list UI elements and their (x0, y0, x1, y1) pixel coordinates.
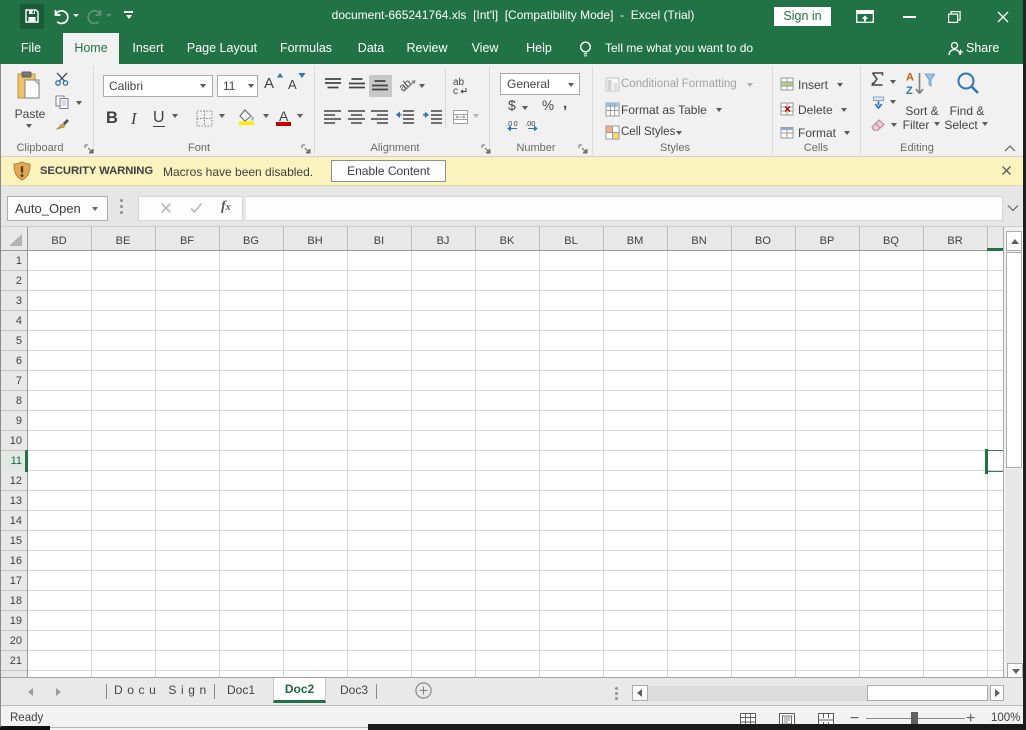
svg-text:ab: ab (399, 77, 414, 94)
svg-text:.00: .00 (525, 119, 535, 128)
svg-text:.0: .0 (506, 119, 512, 128)
svg-text:c: c (453, 86, 458, 95)
svg-text:0: 0 (514, 119, 518, 128)
svg-text:Z: Z (906, 85, 913, 96)
svg-text:A: A (906, 72, 914, 84)
